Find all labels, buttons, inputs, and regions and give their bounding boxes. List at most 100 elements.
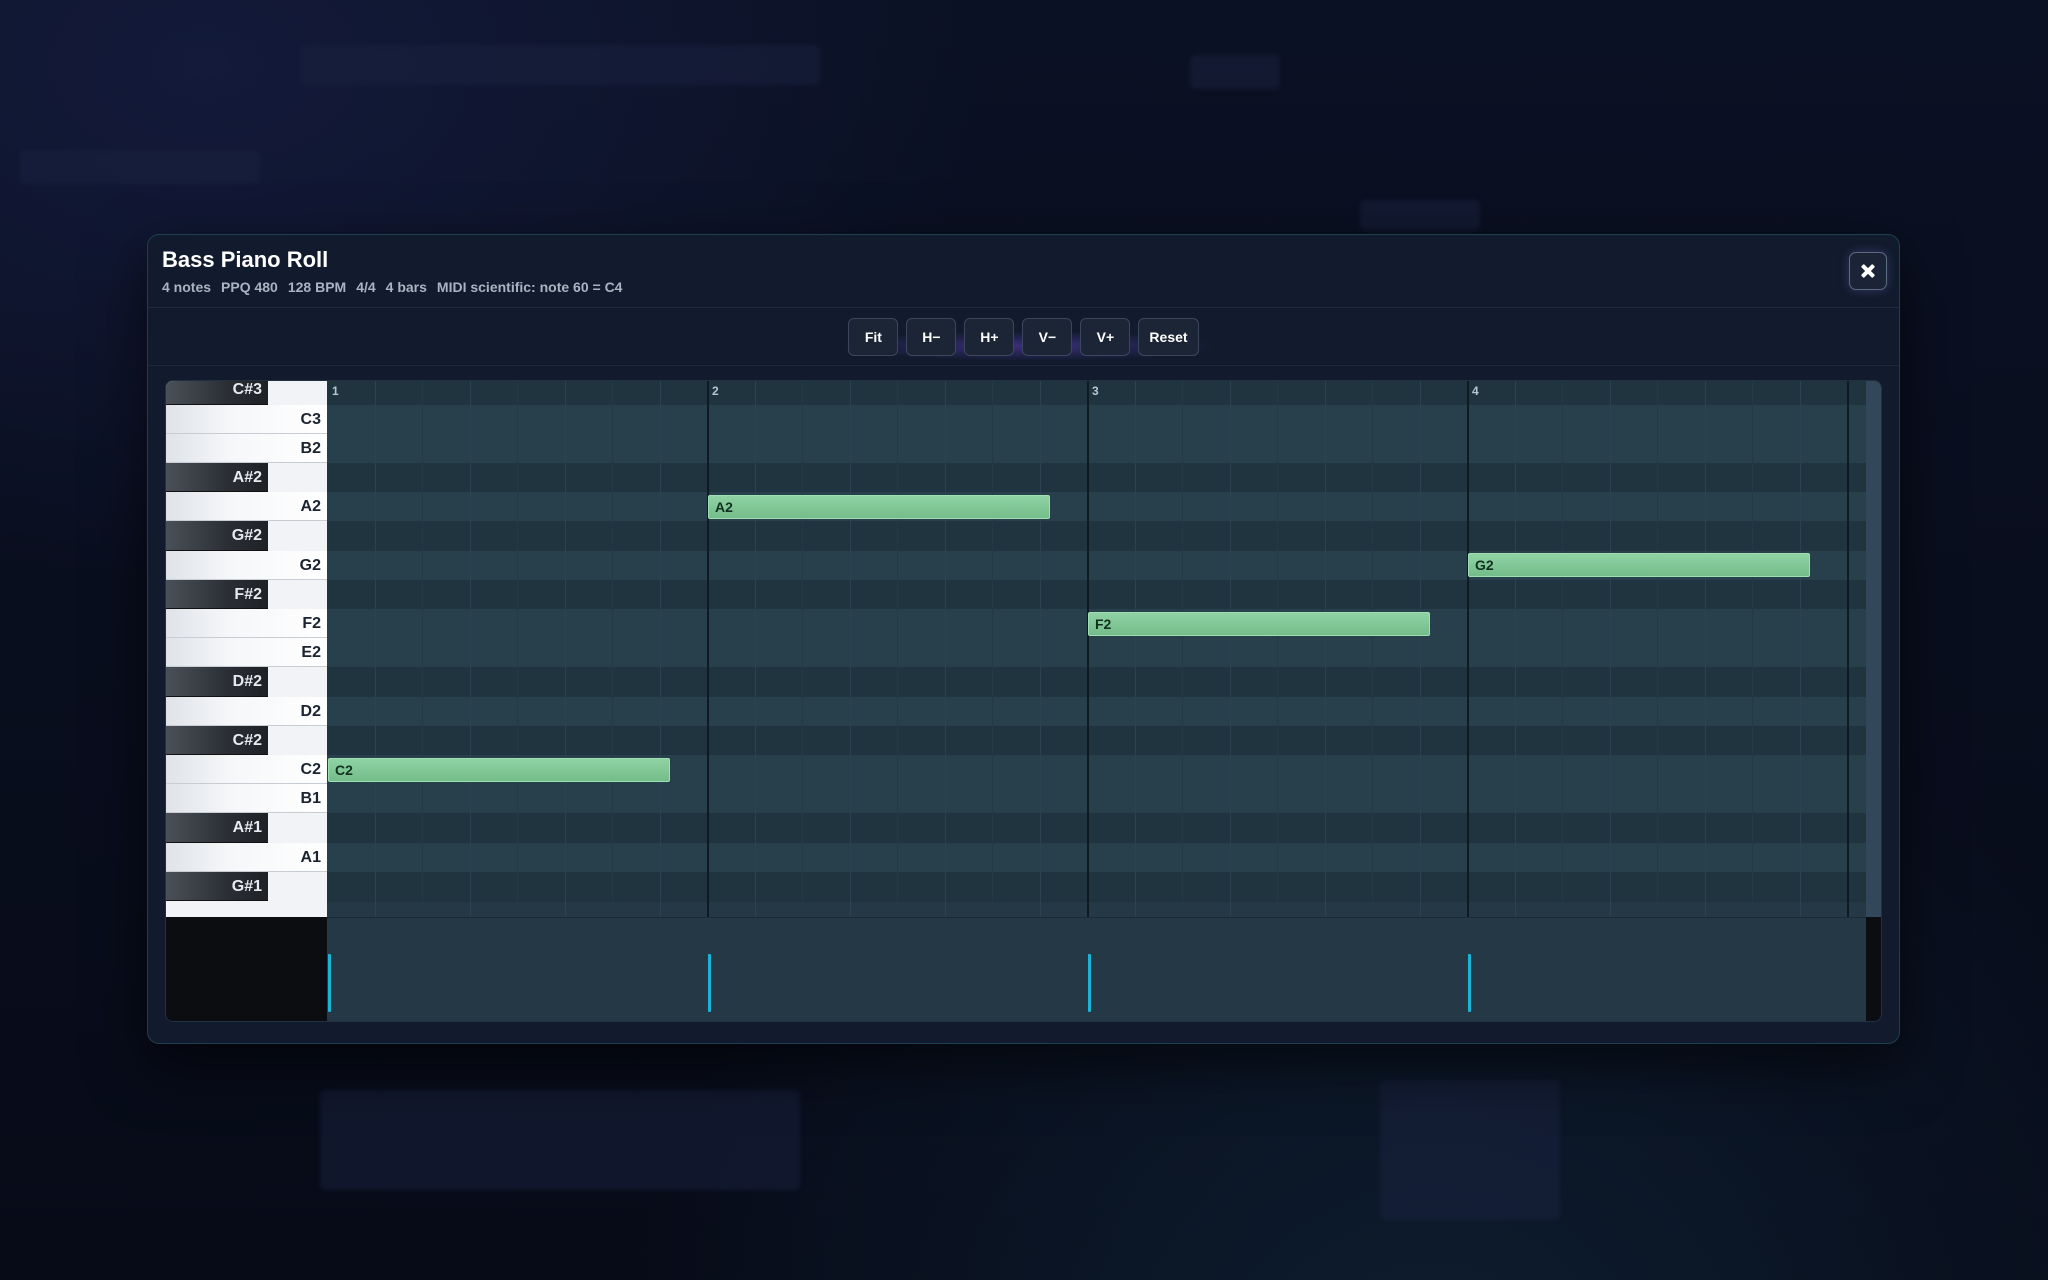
grid-line [1277, 381, 1278, 917]
piano-key[interactable]: C3 [166, 404, 327, 434]
grid-line [992, 381, 993, 917]
background-header [300, 45, 820, 85]
grid-row-line [327, 901, 1866, 902]
piano-roll-modal: Bass Piano Roll 4 notes PPQ 480 128 BPM … [147, 234, 1900, 1044]
grid-line [1324, 381, 1326, 917]
background-panel [320, 1090, 800, 1190]
piano-key[interactable]: B1 [166, 784, 327, 814]
zoom-h-out-button[interactable]: H− [906, 318, 957, 356]
piano-key[interactable]: G2 [166, 550, 327, 580]
bar-number: 1 [332, 384, 339, 398]
bar-line [707, 381, 709, 917]
modal-meta: 4 notes PPQ 480 128 BPM 4/4 4 bars MIDI … [162, 279, 622, 295]
fit-button[interactable]: Fit [848, 318, 899, 356]
bar-line [1087, 381, 1089, 917]
piano-key[interactable]: F2 [166, 609, 327, 639]
meta-bpm: 128 BPM [287, 279, 347, 295]
grid-row [327, 404, 1866, 434]
piano-roll: C#3 C3 B2 A#2 A2 G#2 G2 F#2 F2 E2 D#2 D2 C#2 C2 B1 A#1 A… [165, 380, 1882, 1022]
grid-line [1134, 381, 1136, 917]
background-panel [20, 150, 260, 184]
piano-key[interactable]: A1 [166, 842, 327, 872]
meta-ppq: PPQ 480 [221, 279, 278, 295]
meta-midi-convention: MIDI scientific: note 60 = C4 [436, 279, 623, 295]
bar-number: 2 [712, 384, 719, 398]
grid-line [1562, 381, 1563, 917]
note-grid[interactable]: 1 2 3 4 C2 A2 F2 G2 [327, 381, 1866, 917]
velocity-bar[interactable] [1468, 954, 1471, 1012]
bar-number: 4 [1472, 384, 1479, 398]
background-widget [1360, 200, 1480, 230]
piano-key[interactable]: A#1 [166, 813, 268, 843]
close-icon [1861, 264, 1875, 278]
grid-line [1704, 381, 1706, 917]
grid-line [659, 381, 661, 917]
piano-key[interactable]: C2 [166, 755, 327, 785]
grid-line [1419, 381, 1421, 917]
grid-row [327, 813, 1866, 843]
velocity-bar[interactable] [708, 954, 711, 1012]
grid-line [1657, 381, 1658, 917]
grid-line [374, 381, 376, 917]
velocity-bar[interactable] [328, 954, 331, 1012]
piano-key[interactable]: A2 [166, 492, 327, 522]
grid-line [1039, 381, 1041, 917]
zoom-v-out-button[interactable]: V− [1022, 318, 1073, 356]
piano-key[interactable]: B2 [166, 433, 327, 463]
piano-key[interactable]: D#2 [166, 667, 268, 697]
velocity-lane[interactable] [327, 917, 1866, 1021]
piano-key[interactable]: F#2 [166, 579, 268, 609]
midi-note[interactable]: F2 [1088, 611, 1430, 636]
velocity-bar[interactable] [1088, 954, 1091, 1012]
grid-line [1799, 381, 1801, 917]
piano-key[interactable]: D2 [166, 696, 327, 726]
grid-row [327, 871, 1866, 901]
midi-note[interactable]: A2 [708, 494, 1050, 519]
grid-line [849, 381, 851, 917]
meta-bars: 4 bars [385, 279, 427, 295]
grid-line [944, 381, 946, 917]
background-widget [1190, 55, 1280, 89]
bar-number: 3 [1092, 384, 1099, 398]
grid-row [327, 463, 1866, 493]
grid-line [517, 381, 518, 917]
reset-button[interactable]: Reset [1138, 318, 1199, 356]
velocity-gutter [166, 917, 327, 1021]
midi-note[interactable]: C2 [328, 757, 670, 782]
grid-row [327, 579, 1866, 609]
piano-keyboard: C#3 C3 B2 A#2 A2 G#2 G2 F#2 F2 E2 D#2 D2 C#2 C2 B1 A#1 A… [166, 381, 327, 917]
grid-line [564, 381, 566, 917]
background-panel [1380, 1080, 1560, 1220]
grid-line [897, 381, 898, 917]
grid-row [327, 725, 1866, 755]
piano-key[interactable]: C#3 [166, 381, 268, 405]
piano-key[interactable]: E2 [166, 638, 327, 668]
piano-key[interactable]: C#2 [166, 725, 268, 755]
grid-row [327, 433, 1866, 463]
scrollbar-corner [1866, 917, 1881, 1021]
close-button[interactable] [1849, 252, 1887, 290]
grid-row [327, 521, 1866, 551]
piano-key[interactable]: A#2 [166, 463, 268, 493]
grid-line [1609, 381, 1611, 917]
midi-note[interactable]: G2 [1468, 553, 1810, 578]
grid-line [754, 381, 756, 917]
grid-line [1372, 381, 1373, 917]
grid-row [327, 842, 1866, 872]
modal-header: Bass Piano Roll 4 notes PPQ 480 128 BPM … [148, 235, 1899, 308]
grid-row [327, 638, 1866, 668]
toolbar-buttons: Fit H− H+ V− V+ Reset [148, 318, 1899, 356]
grid-line [1182, 381, 1183, 917]
modal-title: Bass Piano Roll [162, 247, 329, 272]
grid-row [327, 696, 1866, 726]
grid-row [327, 492, 1866, 522]
grid-row [327, 784, 1866, 814]
grid-line [422, 381, 423, 917]
zoom-h-in-button[interactable]: H+ [964, 318, 1015, 356]
piano-key[interactable]: G#2 [166, 521, 268, 551]
piano-key[interactable]: G#1 [166, 871, 268, 901]
grid-line [612, 381, 613, 917]
meta-time-signature: 4/4 [356, 279, 376, 295]
zoom-v-in-button[interactable]: V+ [1080, 318, 1131, 356]
grid-line [1514, 381, 1516, 917]
